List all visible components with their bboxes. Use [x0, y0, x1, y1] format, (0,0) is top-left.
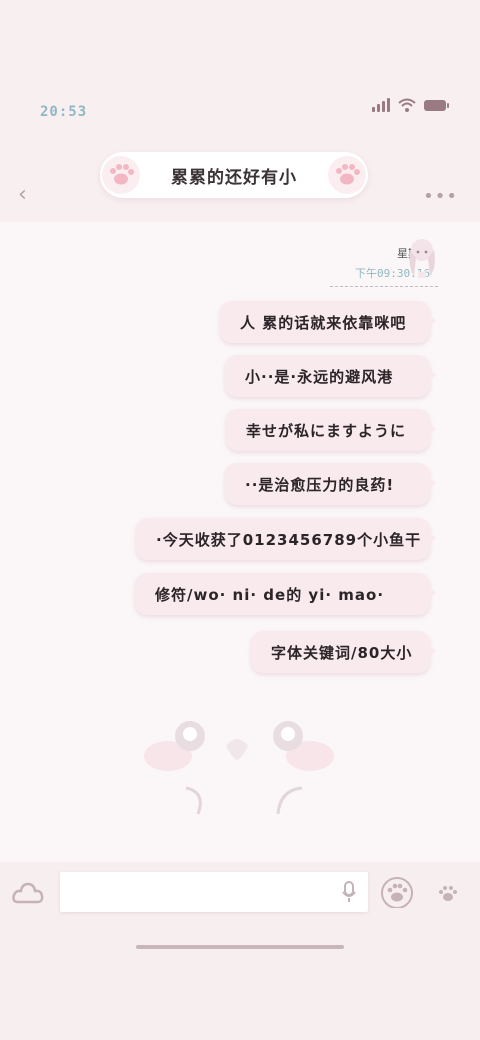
home-indicator[interactable] [136, 945, 344, 949]
message-bubble[interactable]: 幸せが私にますように [226, 409, 436, 451]
message-bubble[interactable]: 小··是·永远的避风港 [225, 355, 436, 397]
cloud-icon[interactable] [12, 880, 44, 906]
message-bubble[interactable]: ·今天收获了0123456789个小鱼干 [136, 518, 436, 560]
chat-title-pill[interactable]: 累累的还好有小 [100, 152, 368, 198]
wifi-icon [398, 98, 416, 112]
paw-icon [328, 156, 366, 194]
message-bubble[interactable]: ··是治愈压力的良药! [225, 463, 436, 505]
paw-small-icon[interactable] [436, 882, 460, 904]
chat-title: 累累的还好有小 [171, 167, 297, 188]
avatar[interactable] [404, 236, 440, 278]
message-bubble[interactable]: 修符/wo· ni· de的 yi· mao· [135, 573, 436, 615]
microphone-icon[interactable] [342, 881, 356, 903]
status-time: 20:53 [40, 104, 88, 120]
divider [330, 286, 438, 287]
status-icons [372, 98, 449, 112]
more-icon[interactable]: ••• [423, 186, 458, 207]
message-input[interactable] [60, 872, 368, 912]
chevron-left-icon[interactable]: ‹ [18, 182, 27, 207]
cute-face-decoration [144, 721, 334, 815]
message-bubble[interactable]: 人 累的话就来依靠咪吧 [220, 301, 436, 343]
battery-icon [424, 99, 449, 111]
message-bubble[interactable]: 字体关键词/80大小 [251, 631, 436, 673]
paw-icon [102, 156, 140, 194]
paw-icon[interactable] [380, 876, 414, 908]
signal-icon [372, 98, 390, 112]
